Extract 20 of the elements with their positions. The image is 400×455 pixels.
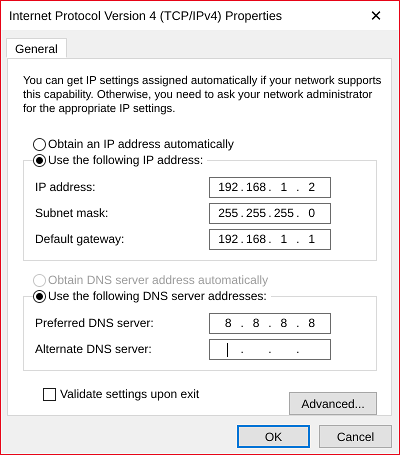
ip-address-field[interactable]: . . . xyxy=(209,338,331,360)
field-label: IP address: xyxy=(35,180,96,194)
dialog-button[interactable]: OK xyxy=(237,425,310,448)
window-title: Internet Protocol Version 4 (TCP/IPv4) Properties xyxy=(9,8,282,22)
radio-option[interactable]: Use the following DNS server addresses: xyxy=(33,288,271,304)
field-label: Default gateway: xyxy=(35,232,124,246)
ip-address-field[interactable]: 8 . 8 . 8 . 8 xyxy=(209,312,331,334)
description-text: You can get IP settings assigned automatically if your network supports this capability. Otherwise, you need to ask your network administrator for the appropriate IP settings. xyxy=(23,74,382,116)
validate-checkbox[interactable]: Validate settings upon exit xyxy=(43,387,200,401)
ip-address-field[interactable]: 255 . 255 . 255 . 0 xyxy=(209,202,331,224)
field-label: Subnet mask: xyxy=(35,206,108,220)
field-label: Alternate DNS server: xyxy=(35,342,152,356)
advanced-button[interactable]: Advanced... xyxy=(289,392,377,415)
field-label: Preferred DNS server: xyxy=(35,316,154,330)
radio-option[interactable]: Use the following IP address: xyxy=(33,152,208,168)
close-button[interactable]: ✕ xyxy=(353,1,399,30)
dialog-button[interactable]: Cancel xyxy=(319,425,392,448)
ip-address-field[interactable]: 192 . 168 . 1 . 2 xyxy=(209,176,331,198)
ip-address-field[interactable]: 192 . 168 . 1 . 1 xyxy=(209,228,331,250)
tab[interactable]: General xyxy=(6,38,67,58)
